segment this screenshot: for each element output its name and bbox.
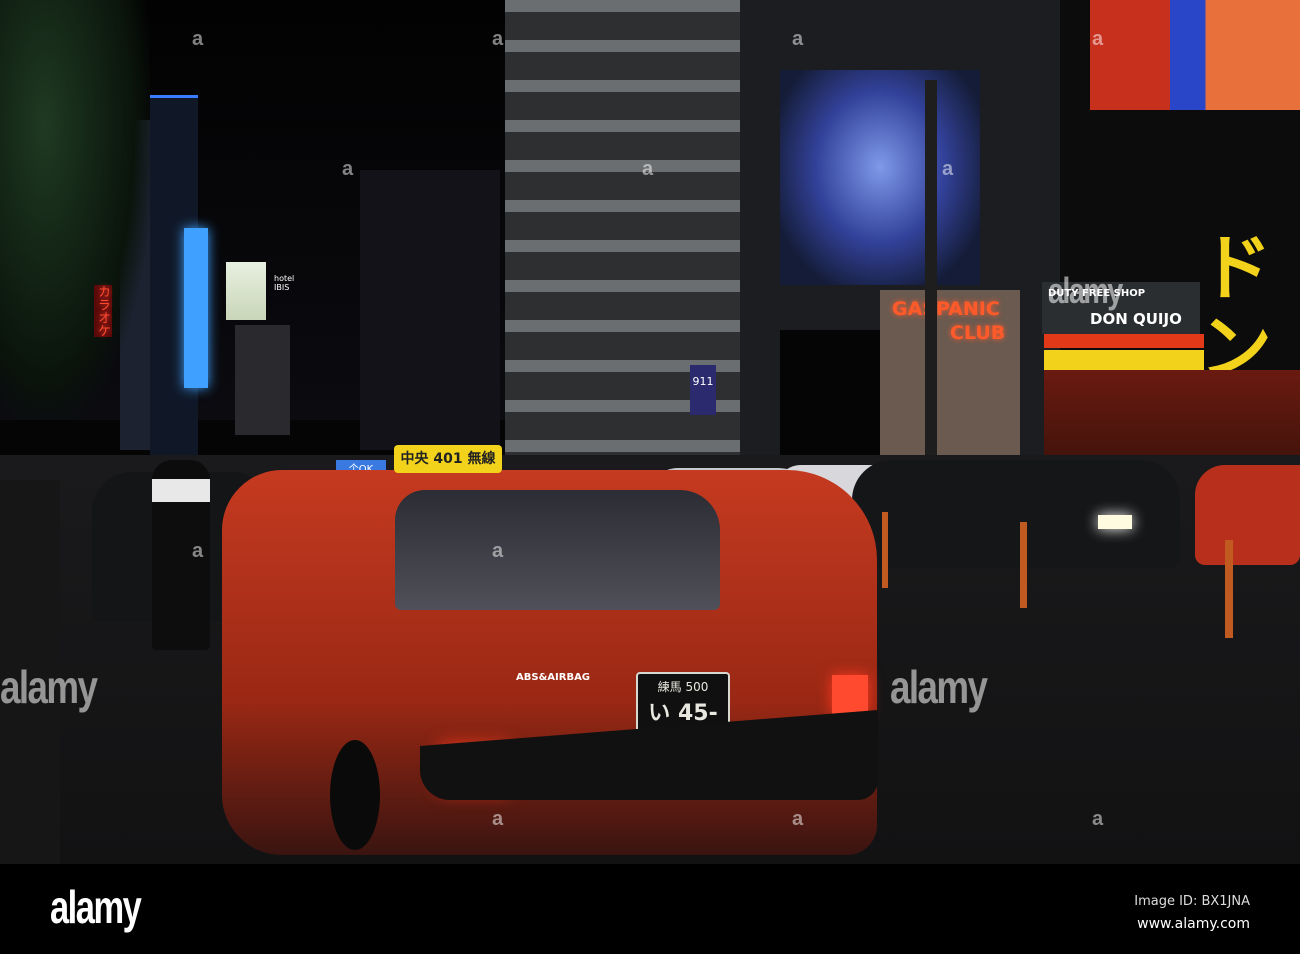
watermark: alamy xyxy=(0,661,98,713)
watermark-mark: a xyxy=(1092,808,1104,830)
billboard xyxy=(226,262,266,320)
headlight xyxy=(1098,515,1132,529)
club-sign-line2: CLUB xyxy=(950,322,1006,344)
image-id: Image ID: BX1JNA xyxy=(1134,894,1250,909)
blue-neon-strip xyxy=(184,228,208,388)
street-photo: カラオケ hotel IBIS 911 GASPANIC CLUB DUTY F… xyxy=(0,0,1300,864)
watermark-mark: a xyxy=(192,28,204,50)
rear-wheel xyxy=(330,740,380,850)
watermark-mark: a xyxy=(792,28,804,50)
bollard xyxy=(882,512,888,588)
footer-logo: alamy xyxy=(50,881,142,933)
store-stripe-yellow xyxy=(1044,350,1204,370)
rear-window xyxy=(395,490,720,610)
distant-buildings xyxy=(360,170,500,450)
red-taxi-right xyxy=(1195,465,1300,565)
footer-bar: alamy Image ID: BX1JNA www.alamy.com xyxy=(0,864,1300,954)
katakana-sign: ドン xyxy=(1200,226,1273,390)
watermark-mark: a xyxy=(1092,28,1104,50)
tail-light-right xyxy=(832,675,868,715)
watermark-mark: a xyxy=(342,158,354,180)
watermark-mark: a xyxy=(492,808,504,830)
karaoke-sign: カラオケ xyxy=(94,285,112,337)
watermark: alamy xyxy=(890,661,988,713)
colored-windows xyxy=(1090,0,1300,110)
site-url: www.alamy.com xyxy=(1137,916,1250,932)
hotel-sign: hotel IBIS xyxy=(274,274,295,292)
watermark-mark: a xyxy=(492,28,504,50)
watermark-mark: a xyxy=(642,158,654,180)
club-sign-line1: GASPANIC xyxy=(892,298,1000,320)
utility-pole xyxy=(925,80,937,480)
building-number-sign: 911 xyxy=(690,365,716,415)
watermark-mark: a xyxy=(792,808,804,830)
plate-top: 練馬 500 xyxy=(657,680,709,694)
tree-left xyxy=(0,0,150,420)
store-stripe-red xyxy=(1044,334,1204,348)
watermark-mark: a xyxy=(492,540,504,562)
don-quijote-text: DON QUIJO xyxy=(1090,310,1182,328)
watermark-mark: a xyxy=(192,540,204,562)
black-car xyxy=(852,460,1180,568)
mid-building xyxy=(235,325,290,435)
bollard xyxy=(1020,522,1027,608)
taxi-roof-sign: 中央 401 無線 xyxy=(394,445,502,473)
watermark: alamy xyxy=(1048,270,1123,311)
bollard xyxy=(1225,540,1233,638)
club-entrance xyxy=(780,330,880,460)
watermark-mark: a xyxy=(942,158,954,180)
rear-badge: ABS&AIRBAG xyxy=(516,672,591,683)
